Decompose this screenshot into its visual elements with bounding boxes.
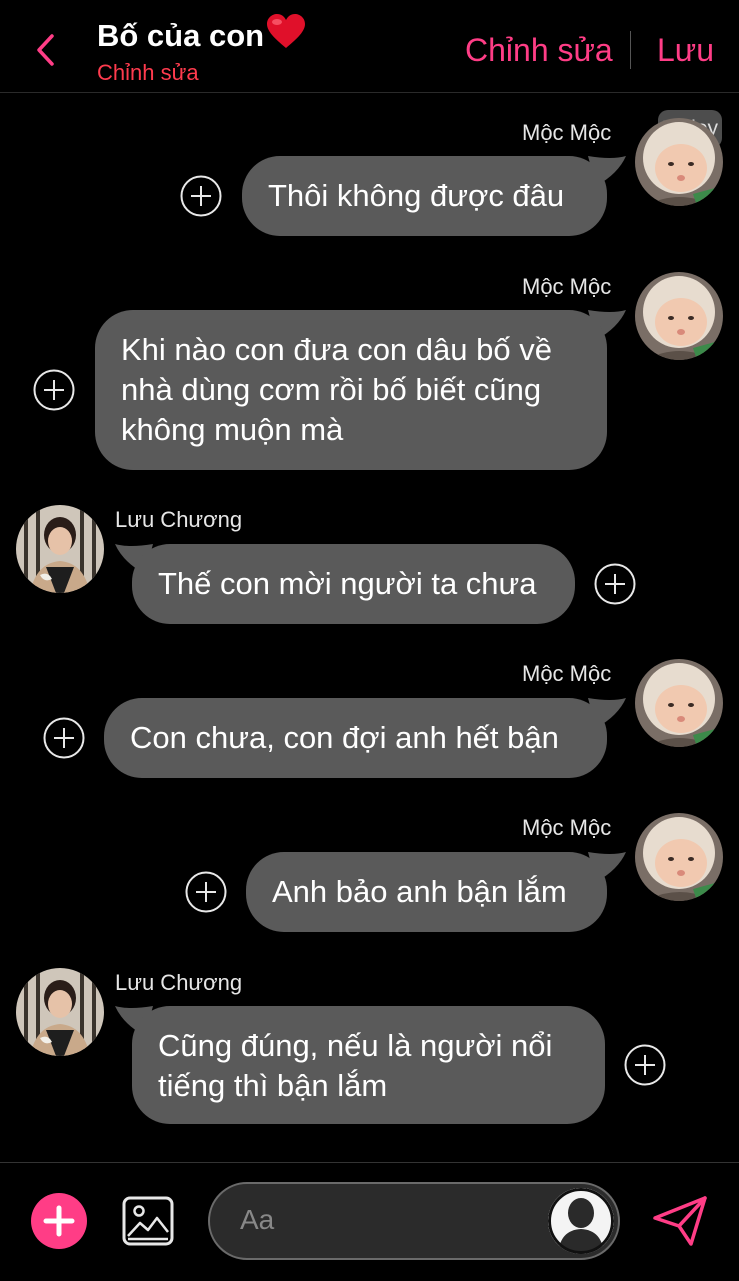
message-text-line: tiếng thì bận lắm: [158, 1068, 388, 1103]
add-reaction-icon[interactable]: [185, 871, 227, 913]
chat-subtitle[interactable]: Chỉnh sửa: [97, 60, 199, 86]
sender-name: Mộc Mộc: [522, 815, 612, 840]
message-text-line: Khi nào con đưa con dâu bố về: [121, 332, 552, 367]
avatar[interactable]: [635, 272, 723, 360]
heart-icon: [266, 14, 306, 58]
avatar[interactable]: [635, 659, 723, 747]
message-input[interactable]: Aa: [208, 1182, 620, 1260]
chevron-left-icon: [37, 34, 54, 66]
header-divider: [630, 31, 631, 69]
add-button[interactable]: [31, 1193, 87, 1249]
message-input-placeholder: Aa: [240, 1204, 275, 1235]
sender-name: Mộc Mộc: [522, 661, 612, 686]
plus-icon: [43, 1205, 75, 1237]
add-reaction-icon[interactable]: [594, 563, 636, 605]
message-bubble[interactable]: Thế con mời người ta chưa: [132, 544, 575, 624]
sender-name: Lưu Chương: [115, 507, 243, 532]
image-button[interactable]: [122, 1196, 174, 1246]
message-text-line: Cũng đúng, nếu là người nổi: [158, 1028, 553, 1063]
user-silhouette-icon: [548, 1188, 614, 1254]
sender-name: Mộc Mộc: [522, 120, 612, 145]
message-text-line: nhà dùng cơm rồi bố biết cũng: [121, 372, 542, 407]
message-bubble[interactable]: Thôi không được đâu: [242, 156, 607, 236]
edit-button[interactable]: Chỉnh sửa: [465, 32, 613, 69]
message-text: Anh bảo anh bận lắm: [272, 874, 567, 909]
message-text-line: không muộn mà: [121, 412, 344, 447]
avatar[interactable]: [635, 813, 723, 901]
sender-switch-avatar[interactable]: [548, 1188, 614, 1254]
sender-name: Lưu Chương: [115, 970, 243, 995]
avatar[interactable]: [16, 968, 104, 1056]
chat-title-text: Bố của con: [97, 18, 265, 53]
message-text: Thôi không được đâu: [268, 178, 565, 213]
send-icon: [653, 1196, 707, 1246]
add-reaction-icon[interactable]: [624, 1044, 666, 1086]
add-reaction-icon[interactable]: [43, 717, 85, 759]
message-bubble[interactable]: Khi nào con đưa con dâu bố về nhà dùng c…: [95, 310, 607, 470]
message-text: Con chưa, con đợi anh hết bận: [130, 720, 559, 755]
back-button[interactable]: [30, 32, 60, 68]
message-bubble[interactable]: Cũng đúng, nếu là người nổi tiếng thì bậ…: [132, 1006, 605, 1124]
message-text: Thế con mời người ta chưa: [158, 566, 537, 601]
add-reaction-icon[interactable]: [180, 175, 222, 217]
avatar[interactable]: [16, 505, 104, 593]
add-reaction-icon[interactable]: [33, 369, 75, 411]
image-icon: [122, 1196, 174, 1246]
send-button[interactable]: [651, 1194, 709, 1248]
save-button[interactable]: Lưu: [657, 32, 714, 69]
sender-name: Mộc Mộc: [522, 274, 612, 299]
message-bubble[interactable]: Con chưa, con đợi anh hết bận: [104, 698, 607, 778]
chat-header: Bố của con Chỉnh sửa Chỉnh sửa Lưu: [0, 0, 739, 93]
chat-title: Bố của con: [97, 14, 306, 58]
message-bubble[interactable]: Anh bảo anh bận lắm: [246, 852, 607, 932]
avatar[interactable]: [635, 118, 723, 206]
